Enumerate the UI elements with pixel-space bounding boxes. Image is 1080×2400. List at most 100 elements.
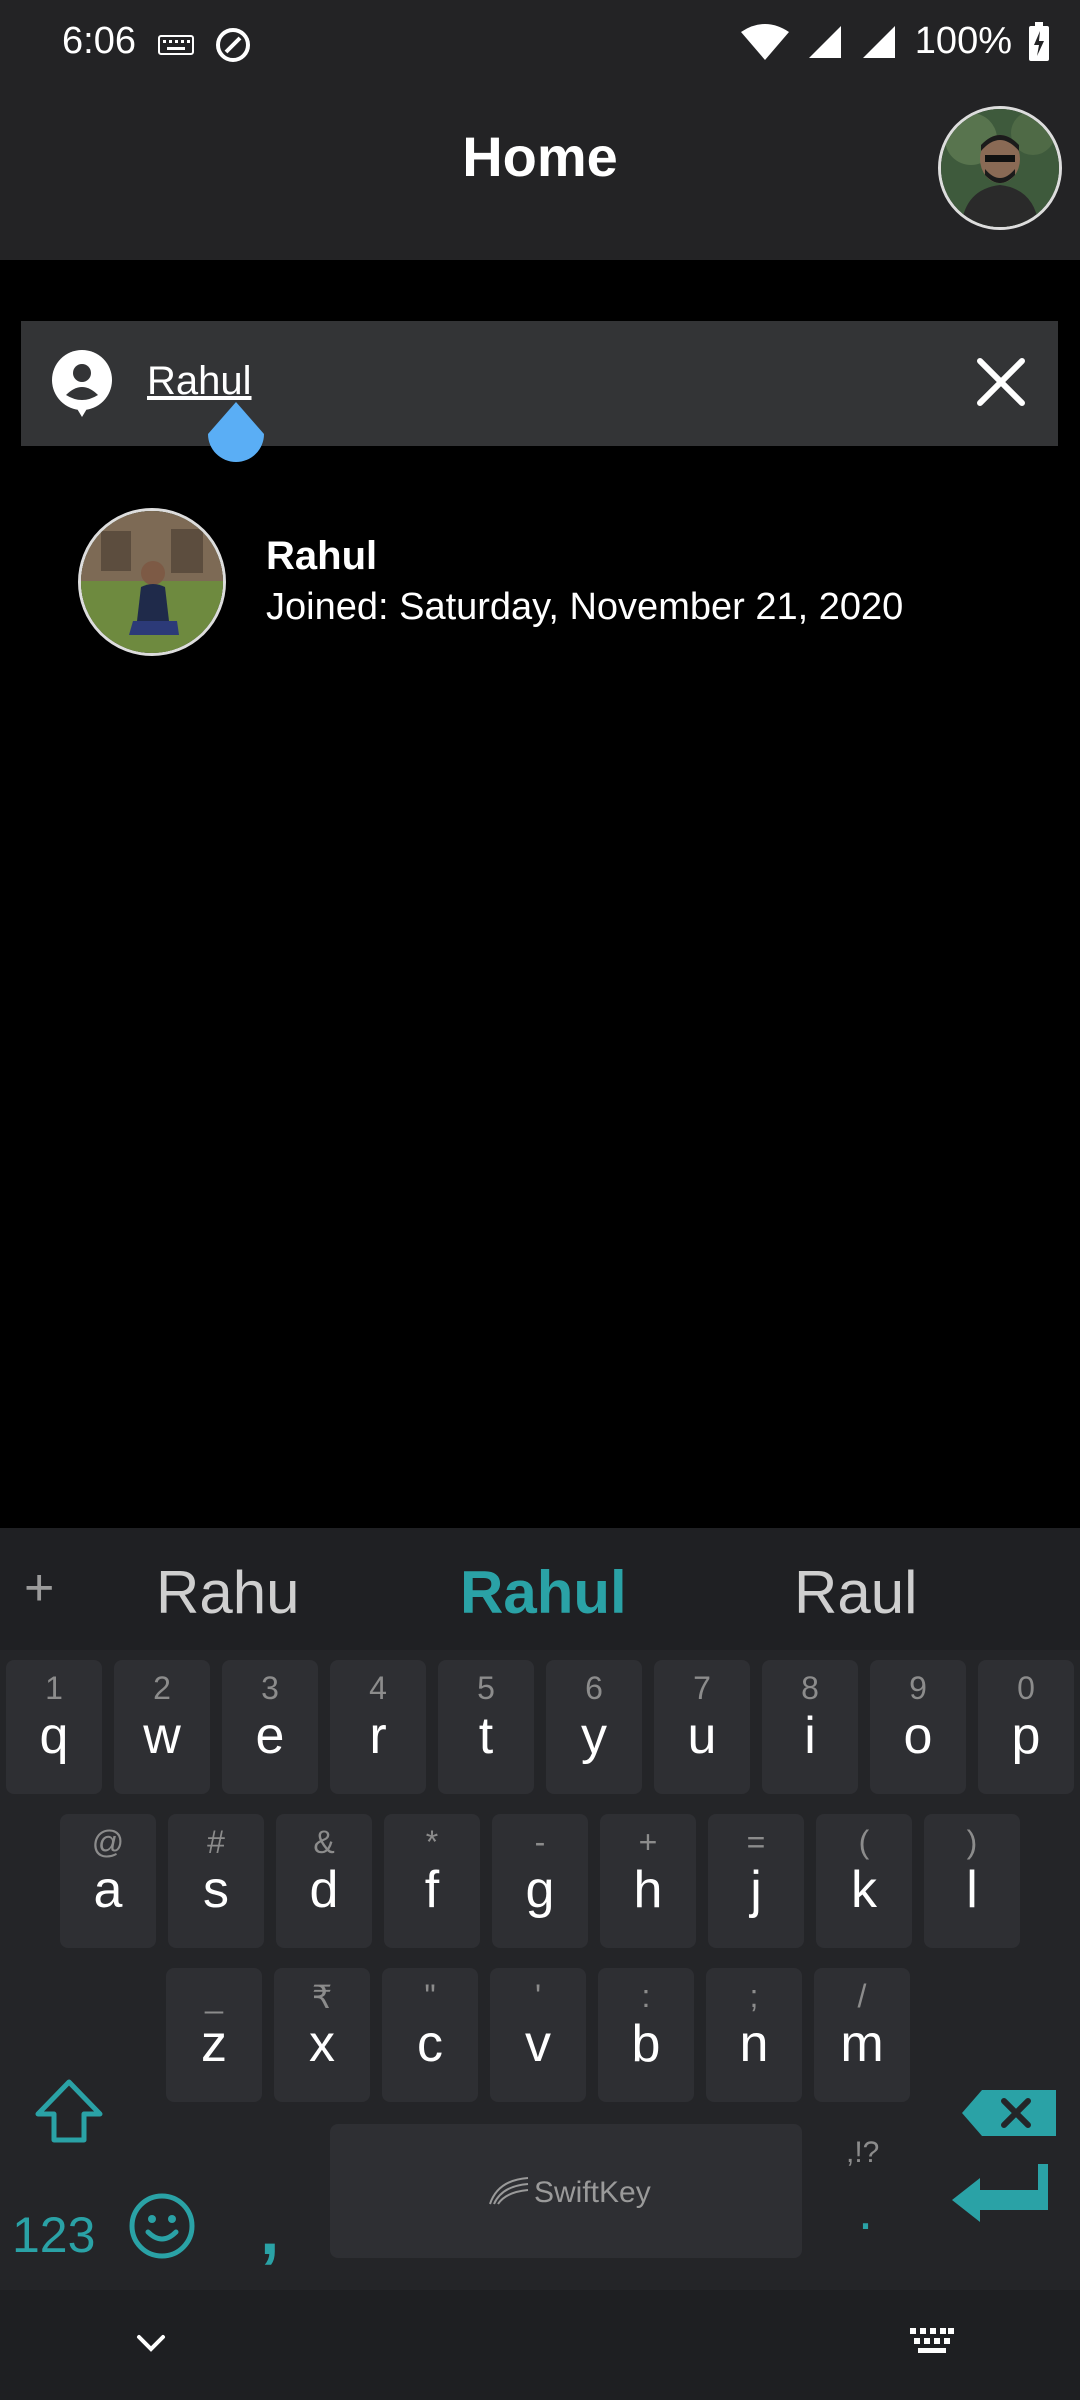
key-z[interactable]: _ z [166, 1968, 262, 2102]
key-letter: a [93, 1861, 123, 1919]
key-letter: t [478, 1707, 494, 1765]
key-hint: @ [91, 1824, 125, 1860]
person-pin-icon [52, 350, 112, 417]
key-letter: x [309, 2015, 335, 2073]
app-bar: Home [0, 90, 1080, 260]
key-letter: u [687, 1707, 717, 1765]
key-m[interactable]: / m [814, 1968, 910, 2102]
comma-key[interactable]: , [260, 2190, 279, 2270]
key-h[interactable]: + h [600, 1814, 696, 1948]
key-letter: v [525, 2015, 551, 2073]
key-hint: 8 [801, 1670, 819, 1706]
punctuation-hint: ,!? [846, 2136, 880, 2169]
wifi-icon [740, 23, 789, 60]
key-o[interactable]: 9o [870, 1660, 966, 1794]
key-hint: = [746, 1824, 766, 1860]
search-input[interactable]: Rahul [147, 359, 252, 404]
key-letter: n [739, 2015, 769, 2073]
key-w[interactable]: 2w [114, 1660, 210, 1794]
key-i[interactable]: 8i [762, 1660, 858, 1794]
status-bar: 6:06 100% [0, 0, 1080, 90]
key-d[interactable]: & d [276, 1814, 372, 1948]
space-key[interactable]: SwiftKey [330, 2124, 802, 2258]
data-saver-icon [216, 28, 250, 62]
key-letter: p [1011, 1707, 1041, 1765]
key-y[interactable]: 6y [546, 1660, 642, 1794]
suggestion-center[interactable]: Rahul [460, 1558, 627, 1627]
key-letter: z [201, 2015, 227, 2073]
backspace-icon[interactable] [960, 2088, 1058, 2138]
key-letter: l [966, 1861, 978, 1919]
key-hint: - [534, 1824, 546, 1860]
emoji-icon[interactable] [128, 2192, 196, 2260]
key-b[interactable]: :b [598, 1968, 694, 2102]
key-a[interactable]: @ a [60, 1814, 156, 1948]
key-t[interactable]: 5t [438, 1660, 534, 1794]
key-hint: ₹ [311, 1979, 333, 2015]
key-u[interactable]: 7u [654, 1660, 750, 1794]
text-cursor-handle[interactable] [206, 402, 266, 472]
shift-icon[interactable] [34, 2078, 104, 2144]
suggestion-bar: + Rahu Rahul Raul [0, 1528, 1080, 1650]
suggestion-right[interactable]: Raul [794, 1558, 917, 1627]
key-hint: 3 [261, 1670, 279, 1706]
key-k[interactable]: (k [816, 1814, 912, 1948]
key-letter: f [424, 1861, 440, 1919]
key-hint: 4 [369, 1670, 387, 1706]
profile-avatar[interactable] [938, 106, 1062, 230]
key-hint: 1 [45, 1670, 63, 1706]
key-letter: d [309, 1861, 339, 1919]
key-letter: q [39, 1707, 69, 1765]
keyboard-switch-icon[interactable] [910, 2328, 954, 2354]
chevron-down-icon[interactable] [136, 2334, 166, 2354]
close-icon[interactable] [974, 355, 1028, 409]
key-area: 1q2w3e4r5t6y7u8i9o0p @ a # s & d * f - g + h = j(k) l … [0, 1650, 1080, 2290]
keyboard-nav-row [0, 2290, 1080, 2400]
key-letter: i [804, 1707, 816, 1765]
key-letter: e [255, 1707, 285, 1765]
key-letter: k [851, 1861, 877, 1919]
key-l[interactable]: ) l [924, 1814, 1020, 1948]
toolbar-plus-button[interactable]: + [24, 1558, 54, 1618]
key-hint: & [313, 1824, 335, 1860]
page-title: Home [462, 125, 618, 188]
key-hint: _ [205, 1978, 223, 2014]
key-letter: g [525, 1861, 555, 1919]
key-hint: 5 [477, 1670, 495, 1706]
key-letter: s [203, 1861, 229, 1919]
key-hint: ) [966, 1824, 978, 1860]
key-letter: y [581, 1707, 607, 1765]
enter-icon[interactable] [950, 2162, 1050, 2224]
key-s[interactable]: # s [168, 1814, 264, 1948]
result-joined-date: Joined: Saturday, November 21, 2020 [266, 586, 904, 628]
status-time: 6:06 [62, 20, 136, 62]
list-item[interactable]: Rahul Joined: Saturday, November 21, 202… [0, 500, 1080, 665]
swiftkey-logo-icon [489, 2177, 529, 2205]
key-letter: w [143, 1707, 181, 1765]
key-letter: o [903, 1707, 933, 1765]
key-letter: r [369, 1707, 387, 1765]
key-hint: + [638, 1824, 658, 1860]
key-p[interactable]: 0p [978, 1660, 1074, 1794]
key-hint: " [424, 1978, 436, 2014]
key-j[interactable]: = j [708, 1814, 804, 1948]
key-hint: : [641, 1978, 651, 2014]
key-hint: 2 [153, 1670, 171, 1706]
key-f[interactable]: * f [384, 1814, 480, 1948]
key-q[interactable]: 1q [6, 1660, 102, 1794]
key-g[interactable]: -g [492, 1814, 588, 1948]
key-x[interactable]: ₹ x [274, 1968, 370, 2102]
search-bar[interactable]: Rahul [21, 321, 1058, 446]
key-hint: ' [534, 1978, 542, 2014]
key-c[interactable]: " c [382, 1968, 478, 2102]
key-hint: 0 [1017, 1670, 1035, 1706]
key-n[interactable]: ; n [706, 1968, 802, 2102]
key-r[interactable]: 4r [330, 1660, 426, 1794]
numbers-key[interactable]: 123 [12, 2206, 95, 2264]
key-v[interactable]: ' v [490, 1968, 586, 2102]
key-e[interactable]: 3e [222, 1660, 318, 1794]
period-key[interactable]: . [858, 2180, 873, 2242]
result-name: Rahul [266, 534, 378, 578]
key-letter: h [633, 1861, 663, 1919]
suggestion-left[interactable]: Rahu [156, 1558, 299, 1627]
